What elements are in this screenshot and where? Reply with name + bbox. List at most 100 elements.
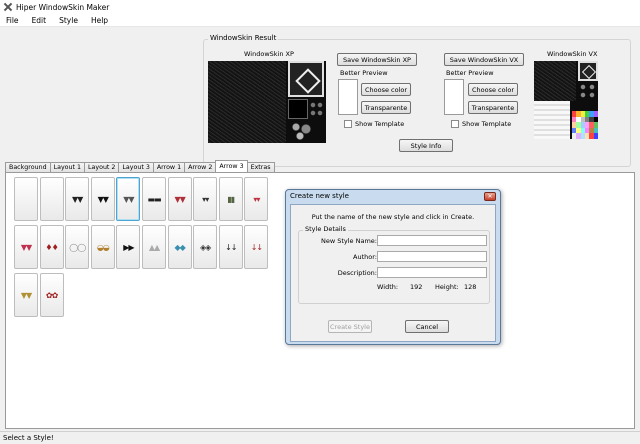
xp-transparent-button[interactable]: Transparente — [361, 101, 411, 114]
style-tile[interactable]: ▾▾ — [244, 177, 269, 221]
style-tile[interactable]: ▼▼ — [90, 177, 115, 221]
style-tile[interactable]: ▼▼ — [167, 177, 192, 221]
menu-bar: File Edit Style Help — [0, 14, 640, 27]
tab-layout-3[interactable]: Layout 3 — [118, 162, 154, 172]
arrow-style-icon: ▮▮ — [227, 195, 235, 204]
style-info-button[interactable]: Style Info — [399, 139, 453, 152]
arrow-style-icon: ✿✿ — [45, 291, 58, 300]
vx-better-preview-box — [444, 79, 464, 115]
dialog-title: Create new style — [290, 192, 349, 200]
tab-layout-1[interactable]: Layout 1 — [49, 162, 85, 172]
description-input[interactable] — [377, 267, 487, 278]
style-tile[interactable]: ▮▮ — [218, 177, 243, 221]
save-windowskin-vx-button[interactable]: Save WindowSkin VX — [444, 53, 524, 66]
arrow-style-icon: ▼▼ — [174, 195, 185, 204]
arrow-style-icon: ▼▼ — [123, 195, 134, 204]
arrow-style-icon: ◈◈ — [200, 243, 211, 252]
author-label: Author: — [353, 253, 377, 261]
author-input[interactable] — [377, 251, 487, 262]
create-new-style-dialog: Create new style ✕ Put the name of the n… — [285, 189, 501, 345]
tab-extras[interactable]: Extras — [246, 162, 275, 172]
status-text: Select a Style! — [3, 434, 54, 442]
menu-style[interactable]: Style — [59, 16, 78, 25]
save-windowskin-xp-button[interactable]: Save WindowSkin XP — [337, 53, 417, 66]
dialog-body: Put the name of the new style and click … — [290, 204, 496, 342]
menu-edit[interactable]: Edit — [32, 16, 47, 25]
status-bar: Select a Style! — [0, 431, 640, 444]
style-tile[interactable]: ◒◒ — [90, 225, 115, 269]
new-style-name-label: New Style Name: — [320, 237, 377, 245]
vx-show-template-label: Show Template — [462, 120, 512, 128]
style-tile[interactable]: ▼▼ — [14, 273, 38, 317]
dialog-instruction: Put the name of the new style and click … — [311, 213, 475, 221]
tab-arrow-2[interactable]: Arrow 2 — [184, 162, 217, 172]
style-tile[interactable]: ▬▬ — [142, 177, 166, 221]
style-tile[interactable]: ✿✿ — [39, 273, 64, 317]
xp-frame-icon — [288, 61, 324, 97]
style-tile[interactable]: ♦♦ — [39, 225, 64, 269]
title-bar: Hiper WindowSkin Maker — [0, 0, 640, 14]
style-tile[interactable]: ◈◈ — [193, 225, 218, 269]
arrow-style-icon: ▼▼ — [72, 195, 83, 204]
arrow-style-icon: ▲▲ — [148, 243, 160, 252]
style-tile[interactable]: ↓↓ — [244, 225, 269, 269]
xp-choose-color-button[interactable]: Choose color — [361, 83, 411, 96]
width-label: Width: — [377, 283, 399, 291]
arrow-style-icon: ▼▼ — [20, 291, 32, 300]
style-tile[interactable]: ▾▾ — [193, 177, 218, 221]
tab-arrow-3[interactable]: Arrow 3 — [215, 160, 248, 172]
app-icon — [3, 2, 13, 12]
vx-transparent-button[interactable]: Transparente — [468, 101, 518, 114]
windowskin-vx-label: WindowSkin VX — [547, 50, 598, 58]
style-tile[interactable]: ▲▲ — [142, 225, 166, 269]
tab-arrow-1[interactable]: Arrow 1 — [152, 162, 186, 172]
vx-show-template-checkbox[interactable]: Show Template — [451, 120, 511, 128]
height-label: Height: — [435, 283, 459, 291]
style-tile[interactable]: ▼▼ — [116, 177, 141, 221]
xp-show-template-label: Show Template — [355, 120, 405, 128]
vx-better-preview-label: Better Preview — [446, 69, 494, 77]
style-tile[interactable] — [14, 177, 38, 221]
xp-arrow-icons — [309, 101, 325, 119]
xp-better-preview-label: Better Preview — [340, 69, 388, 77]
xp-show-template-checkbox[interactable]: Show Template — [344, 120, 404, 128]
style-tile[interactable] — [39, 177, 64, 221]
xp-cursor-box — [288, 99, 308, 119]
style-details-title: Style Details — [303, 225, 348, 233]
new-style-name-input[interactable] — [377, 235, 487, 246]
xp-better-preview-box — [338, 79, 358, 115]
tab-layout-2[interactable]: Layout 2 — [84, 162, 120, 172]
style-tile[interactable]: ▼▼ — [14, 225, 38, 269]
xp-background-texture — [208, 61, 286, 143]
vx-frame-icon — [578, 61, 598, 81]
description-label: Description: — [337, 269, 377, 277]
xp-chess-pieces-icon — [290, 121, 320, 141]
menu-file[interactable]: File — [6, 16, 19, 25]
style-tile[interactable]: ▼▼ — [65, 177, 90, 221]
style-tile[interactable]: ◆◆ — [167, 225, 192, 269]
arrow-style-icon: ▾▾ — [253, 195, 260, 204]
style-tile[interactable]: ↓↓ — [218, 225, 243, 269]
arrow-style-icon: ◒◒ — [96, 243, 110, 252]
arrow-style-icon: ♦♦ — [45, 243, 58, 252]
cancel-button[interactable]: Cancel — [405, 320, 449, 333]
xp-show-template-box[interactable] — [344, 120, 352, 128]
vx-background-texture — [534, 61, 576, 101]
arrow-style-icon: ↓↓ — [225, 243, 237, 252]
vx-show-template-box[interactable] — [451, 120, 459, 128]
main-client-area: WindowSkin Result WindowSkin XP Save Win… — [0, 27, 640, 431]
style-details-group: Style Details New Style Name: Author: De… — [298, 225, 490, 304]
windowskin-vx-preview — [534, 61, 598, 139]
create-style-button[interactable]: Create Style — [328, 320, 372, 333]
windowskin-result-title: WindowSkin Result — [208, 34, 279, 42]
dialog-close-button[interactable]: ✕ — [484, 192, 496, 201]
arrow-style-icon: ▼▼ — [97, 195, 109, 204]
vx-window-lines — [534, 101, 570, 139]
style-tile[interactable]: ▶▶ — [116, 225, 141, 269]
palette-swatch — [593, 133, 598, 139]
arrow-style-icon: ◯◯ — [69, 243, 86, 252]
tab-background[interactable]: Background — [5, 162, 51, 172]
style-tile[interactable]: ◯◯ — [65, 225, 90, 269]
vx-choose-color-button[interactable]: Choose color — [468, 83, 518, 96]
menu-help[interactable]: Help — [91, 16, 108, 25]
